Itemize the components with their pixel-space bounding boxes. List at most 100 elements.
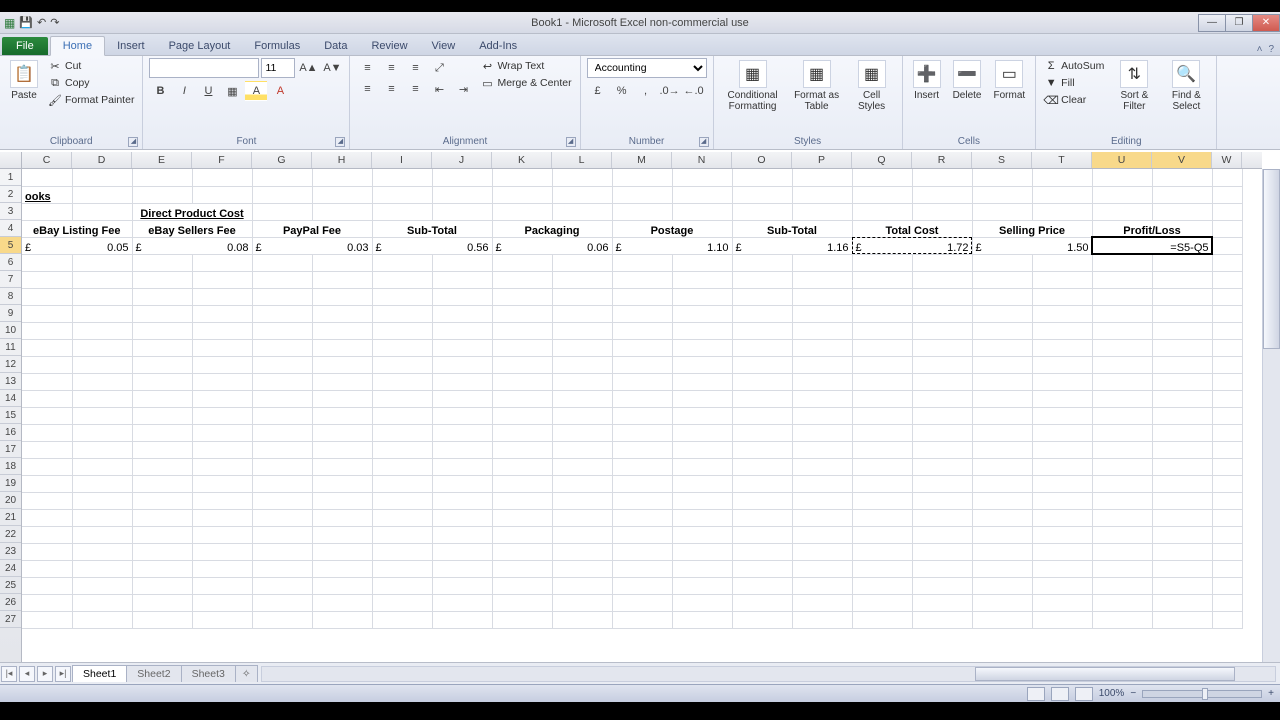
- merge-center-button[interactable]: ▭Merge & Center: [478, 75, 573, 91]
- sheet-tab-2[interactable]: Sheet2: [126, 665, 181, 682]
- autosum-button[interactable]: ΣAutoSum: [1042, 58, 1106, 74]
- find-select-button[interactable]: 🔍Find & Select: [1162, 58, 1210, 114]
- status-bar: 100% − +: [0, 684, 1280, 702]
- vertical-scrollbar[interactable]: [1262, 169, 1280, 662]
- qat-save-icon[interactable]: 💾: [19, 16, 33, 29]
- comma-format-icon[interactable]: ,: [635, 81, 657, 101]
- indent-decrease-icon[interactable]: ⇤: [428, 79, 450, 99]
- sheet-new-icon[interactable]: ✧: [235, 665, 258, 682]
- wrap-icon: ↩: [480, 59, 494, 73]
- font-size-combo[interactable]: [261, 58, 295, 78]
- sheet-tab-1[interactable]: Sheet1: [72, 665, 127, 682]
- select-all-corner[interactable]: [0, 152, 22, 169]
- alignment-dialog-launcher[interactable]: ◢: [566, 137, 576, 147]
- column-headers[interactable]: CDEFGHIJKLMNOPQRSTUVW: [22, 152, 1262, 169]
- tab-file[interactable]: File: [2, 37, 48, 55]
- percent-format-icon[interactable]: %: [611, 81, 633, 101]
- view-normal-icon[interactable]: [1027, 687, 1045, 701]
- format-painter-button[interactable]: 🖌Format Painter: [46, 92, 136, 108]
- fill-button[interactable]: ▼Fill: [1042, 75, 1106, 91]
- wrap-text-button[interactable]: ↩Wrap Text: [478, 58, 573, 74]
- tab-insert[interactable]: Insert: [105, 37, 157, 55]
- format-as-table-button[interactable]: ▦Format as Table: [790, 58, 844, 114]
- align-bottom-icon[interactable]: ≡: [404, 58, 426, 78]
- sheet-nav-prev[interactable]: ◂: [19, 666, 35, 682]
- shrink-font-icon[interactable]: A▼: [321, 58, 343, 78]
- zoom-out-icon[interactable]: −: [1130, 688, 1136, 699]
- clear-button[interactable]: ⌫Clear: [1042, 92, 1106, 108]
- spreadsheet-grid[interactable]: CDEFGHIJKLMNOPQRSTUVW 123456789101112131…: [0, 152, 1280, 684]
- align-top-icon[interactable]: ≡: [356, 58, 378, 78]
- sheet-nav-first[interactable]: |◂: [1, 666, 17, 682]
- tab-addins[interactable]: Add-Ins: [467, 37, 529, 55]
- align-left-icon[interactable]: ≡: [356, 79, 378, 99]
- table-icon: ▦: [803, 60, 831, 88]
- qat-undo-icon[interactable]: ↶: [37, 16, 46, 29]
- font-color-button[interactable]: A: [269, 81, 291, 101]
- fill-icon: ▼: [1044, 76, 1058, 90]
- sort-filter-button[interactable]: ⇅Sort & Filter: [1110, 58, 1158, 114]
- view-pagebreak-icon[interactable]: [1075, 687, 1093, 701]
- clipboard-dialog-launcher[interactable]: ◢: [128, 137, 138, 147]
- group-alignment: ≡ ≡ ≡ ⤢ ≡ ≡ ≡ ⇤ ⇥ ↩Wrap Text ▭Mer: [350, 56, 580, 149]
- minimize-button[interactable]: —: [1198, 14, 1226, 32]
- conditional-formatting-button[interactable]: ▦Conditional Formatting: [720, 58, 786, 114]
- grow-font-icon[interactable]: A▲: [297, 58, 319, 78]
- bold-button[interactable]: B: [149, 81, 171, 101]
- tab-review[interactable]: Review: [359, 37, 419, 55]
- row-headers[interactable]: 1234567891011121314151617181920212223242…: [0, 169, 22, 662]
- qat-redo-icon[interactable]: ↷: [50, 16, 59, 29]
- border-button[interactable]: ▦: [221, 81, 243, 101]
- cell-styles-icon: ▦: [858, 60, 886, 88]
- hscroll-thumb[interactable]: [975, 667, 1235, 681]
- tab-formulas[interactable]: Formulas: [242, 37, 312, 55]
- merge-icon: ▭: [480, 76, 494, 90]
- zoom-in-icon[interactable]: +: [1268, 688, 1274, 699]
- align-right-icon[interactable]: ≡: [404, 79, 426, 99]
- paste-button[interactable]: 📋 Paste: [6, 58, 42, 103]
- tab-home[interactable]: Home: [50, 36, 105, 56]
- copy-button[interactable]: ⧉Copy: [46, 75, 136, 91]
- sheet-tab-3[interactable]: Sheet3: [181, 665, 236, 682]
- accounting-format-icon[interactable]: £: [587, 81, 609, 101]
- zoom-slider[interactable]: [1142, 690, 1262, 698]
- sheet-nav-next[interactable]: ▸: [37, 666, 53, 682]
- increase-decimal-icon[interactable]: .0→: [659, 81, 681, 101]
- number-dialog-launcher[interactable]: ◢: [699, 137, 709, 147]
- delete-icon: ➖: [953, 60, 981, 88]
- tab-data[interactable]: Data: [312, 37, 359, 55]
- cond-format-icon: ▦: [739, 60, 767, 88]
- paste-icon: 📋: [10, 60, 38, 88]
- format-cells-button[interactable]: ▭Format: [989, 58, 1029, 103]
- ribbon-minimize-icon[interactable]: ˄: [1257, 44, 1263, 55]
- help-icon[interactable]: ?: [1268, 44, 1274, 55]
- align-middle-icon[interactable]: ≡: [380, 58, 402, 78]
- vscroll-thumb[interactable]: [1263, 169, 1280, 349]
- underline-button[interactable]: U: [197, 81, 219, 101]
- cell-styles-button[interactable]: ▦Cell Styles: [848, 58, 896, 114]
- insert-icon: ➕: [913, 60, 941, 88]
- view-layout-icon[interactable]: [1051, 687, 1069, 701]
- group-styles: ▦Conditional Formatting ▦Format as Table…: [714, 56, 903, 149]
- indent-increase-icon[interactable]: ⇥: [452, 79, 474, 99]
- font-dialog-launcher[interactable]: ◢: [335, 137, 345, 147]
- tab-view[interactable]: View: [420, 37, 468, 55]
- sheet-nav-last[interactable]: ▸|: [55, 666, 71, 682]
- fill-color-button[interactable]: A: [245, 81, 267, 101]
- number-format-combo[interactable]: Accounting: [587, 58, 707, 78]
- horizontal-scrollbar[interactable]: [261, 666, 1276, 682]
- close-button[interactable]: ✕: [1252, 14, 1280, 32]
- insert-cells-button[interactable]: ➕Insert: [909, 58, 945, 103]
- delete-cells-button[interactable]: ➖Delete: [949, 58, 986, 103]
- format-icon: ▭: [995, 60, 1023, 88]
- italic-button[interactable]: I: [173, 81, 195, 101]
- maximize-button[interactable]: ❐: [1225, 14, 1253, 32]
- font-name-combo[interactable]: [149, 58, 259, 78]
- tab-page-layout[interactable]: Page Layout: [157, 37, 243, 55]
- cut-button[interactable]: ✂Cut: [46, 58, 136, 74]
- window-title: Book1 - Microsoft Excel non-commercial u…: [531, 17, 749, 29]
- decrease-decimal-icon[interactable]: ←.0: [683, 81, 705, 101]
- align-center-icon[interactable]: ≡: [380, 79, 402, 99]
- brush-icon: 🖌: [48, 93, 62, 107]
- orientation-icon[interactable]: ⤢: [428, 58, 450, 78]
